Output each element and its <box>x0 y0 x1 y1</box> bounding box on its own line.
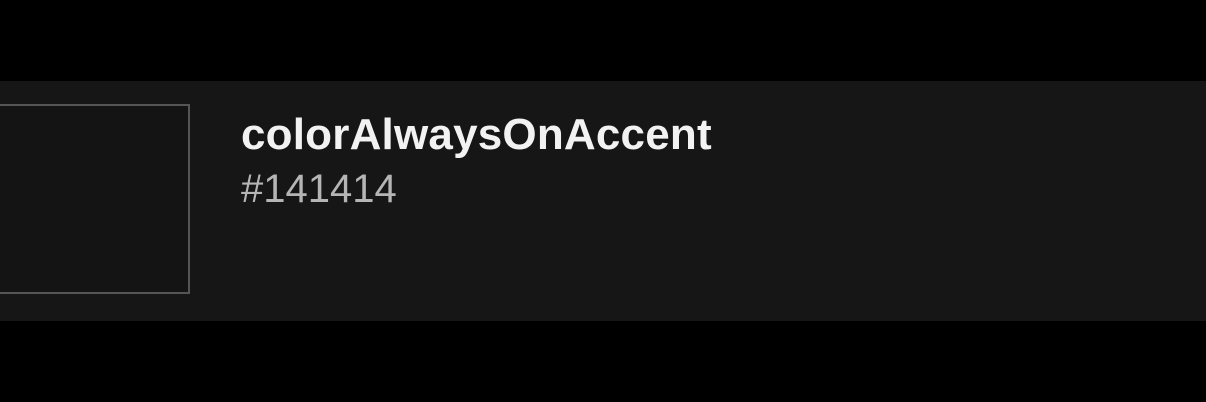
page: colorAlwaysOnAccent #141414 <box>0 0 1206 402</box>
color-token-row[interactable]: colorAlwaysOnAccent #141414 <box>0 81 1206 321</box>
color-token-info: colorAlwaysOnAccent #141414 <box>241 109 712 213</box>
color-token-hex: #141414 <box>241 167 397 211</box>
color-swatch <box>0 104 190 294</box>
color-token-name: colorAlwaysOnAccent <box>241 110 712 159</box>
